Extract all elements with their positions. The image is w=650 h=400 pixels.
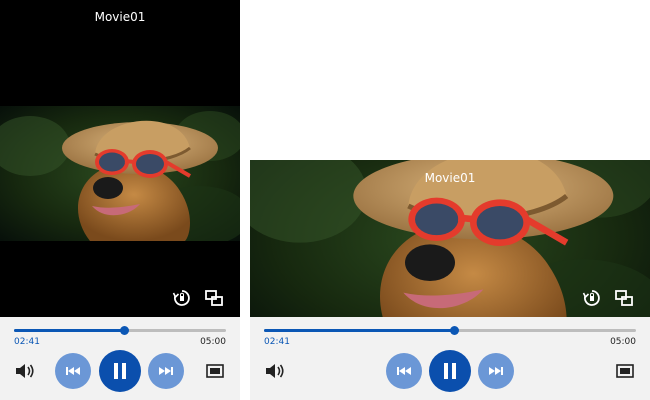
landscape-player: Movie01 02:41 05:00 bbox=[250, 160, 650, 400]
video-title: Movie01 bbox=[424, 171, 476, 185]
popup-window-icon[interactable] bbox=[614, 288, 634, 308]
skip-next-icon bbox=[159, 367, 173, 375]
seek-bar-fill bbox=[264, 329, 454, 332]
seek-bar-thumb[interactable] bbox=[449, 326, 459, 335]
previous-button[interactable] bbox=[55, 353, 91, 389]
popup-window-icon[interactable] bbox=[204, 288, 224, 308]
pause-icon bbox=[444, 363, 456, 379]
previous-button[interactable] bbox=[386, 353, 422, 389]
rotate-lock-icon[interactable] bbox=[582, 288, 602, 308]
video-frame bbox=[0, 106, 240, 241]
pause-button[interactable] bbox=[99, 350, 141, 392]
seek-bar-thumb[interactable] bbox=[120, 326, 130, 335]
aspect-ratio-icon[interactable] bbox=[616, 363, 634, 379]
rotate-lock-icon[interactable] bbox=[172, 288, 192, 308]
skip-previous-icon bbox=[397, 367, 411, 375]
video-title: Movie01 bbox=[94, 10, 146, 24]
seek-bar[interactable] bbox=[264, 326, 636, 335]
duration: 05:00 bbox=[200, 337, 226, 347]
pause-icon bbox=[114, 363, 126, 379]
seek-bar[interactable] bbox=[14, 326, 226, 335]
volume-icon[interactable] bbox=[264, 362, 286, 380]
video-area[interactable]: Movie01 bbox=[0, 0, 240, 317]
next-button[interactable] bbox=[478, 353, 514, 389]
current-time: 02:41 bbox=[264, 337, 290, 347]
portrait-player: Movie01 02:41 05:00 bbox=[0, 0, 240, 400]
current-time: 02:41 bbox=[14, 337, 40, 347]
volume-icon[interactable] bbox=[14, 362, 36, 380]
control-bar: 02:41 05:00 bbox=[250, 317, 650, 400]
next-button[interactable] bbox=[148, 353, 184, 389]
seek-bar-fill bbox=[14, 329, 125, 332]
pause-button[interactable] bbox=[429, 350, 471, 392]
aspect-ratio-icon[interactable] bbox=[206, 363, 224, 379]
duration: 05:00 bbox=[610, 337, 636, 347]
skip-next-icon bbox=[489, 367, 503, 375]
video-area[interactable]: Movie01 bbox=[250, 160, 650, 317]
control-bar: 02:41 05:00 bbox=[0, 317, 240, 400]
skip-previous-icon bbox=[66, 367, 80, 375]
